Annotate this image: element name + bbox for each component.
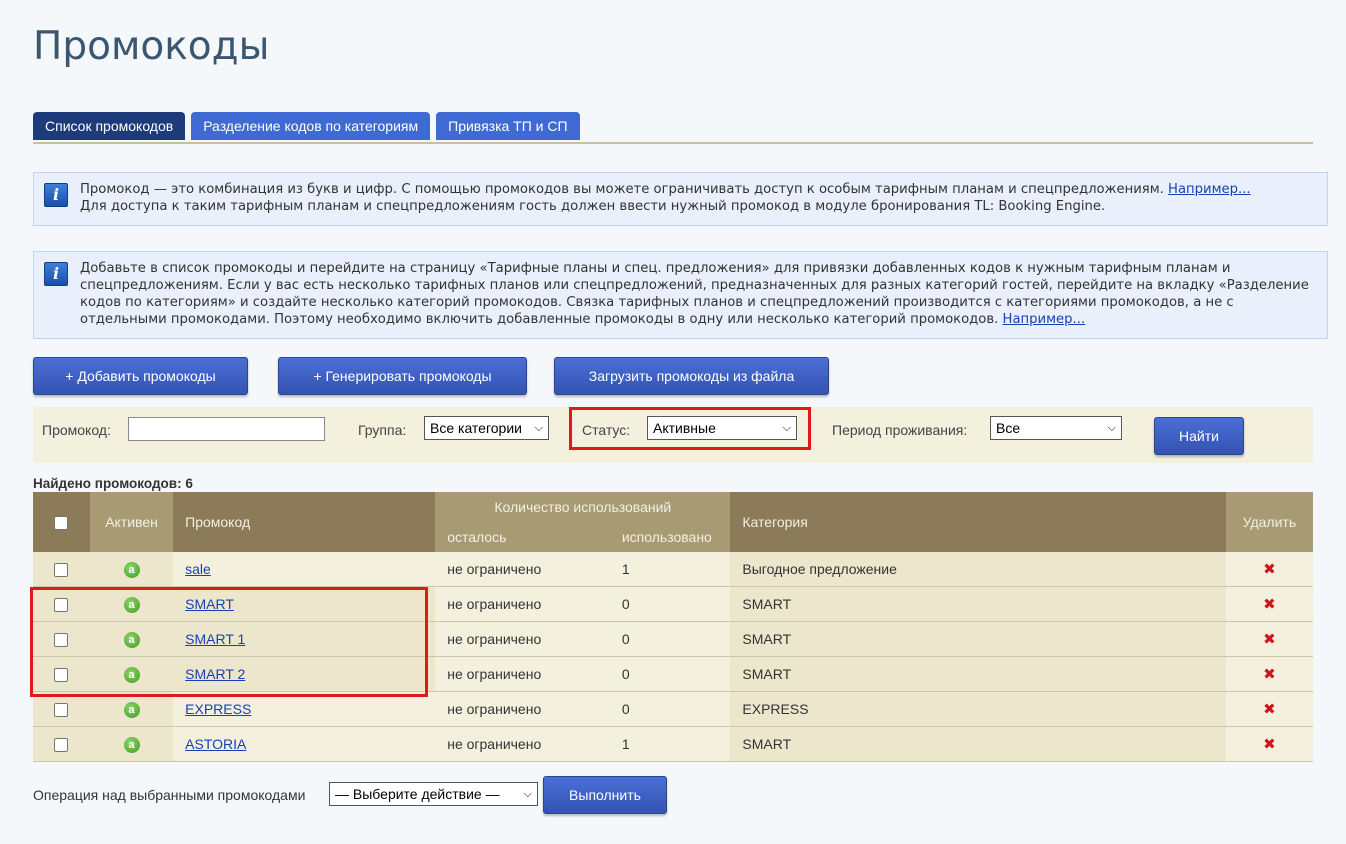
- active-header: Активен: [89, 492, 174, 552]
- promocode-header: Промокод: [173, 492, 436, 552]
- row-checkbox[interactable]: [54, 563, 69, 578]
- active-status-icon: a: [123, 562, 140, 578]
- remaining-cell: не ограничено: [435, 726, 610, 762]
- tab-code-categories[interactable]: Разделение кодов по категориям: [191, 112, 431, 140]
- row-checkbox[interactable]: [54, 598, 69, 613]
- promocode-link[interactable]: SMART 2: [185, 666, 245, 682]
- row-checkbox[interactable]: [54, 703, 69, 718]
- find-button[interactable]: Найти: [1154, 417, 1244, 455]
- info-box-promo-definition: i Промокод — это комбинация из букв и ци…: [33, 172, 1328, 226]
- info-text: Промокод — это комбинация из букв и цифр…: [80, 182, 1169, 197]
- found-count: Найдено промокодов: 6: [33, 476, 193, 491]
- chevron-down-icon: ⌵: [1107, 422, 1116, 434]
- table-row: a EXPRESS не ограничено 0 EXPRESS ✖: [33, 691, 1313, 727]
- active-status-icon: a: [123, 632, 140, 648]
- chevron-down-icon: ⌵: [782, 422, 791, 434]
- period-select[interactable]: Все ⌵: [990, 416, 1122, 440]
- row-checkbox[interactable]: [54, 633, 69, 648]
- delete-icon[interactable]: ✖: [1263, 631, 1276, 648]
- table-row: a sale не ограничено 1 Выгодное предложе…: [33, 552, 1313, 587]
- remaining-cell: не ограничено: [435, 656, 610, 692]
- used-cell: 0: [609, 691, 731, 727]
- delete-icon[interactable]: ✖: [1263, 561, 1276, 578]
- tab-rate-binding[interactable]: Привязка ТП и СП: [436, 112, 580, 140]
- add-promocodes-button[interactable]: + Добавить промокоды: [33, 357, 248, 395]
- chevron-down-icon: ⌵: [534, 422, 543, 434]
- bulk-action-label: Операция над выбранными промокодами: [33, 787, 306, 803]
- tabs-divider: [33, 142, 1313, 144]
- info-icon: i: [44, 183, 68, 207]
- row-checkbox[interactable]: [54, 738, 69, 753]
- category-header: Категория: [730, 492, 1226, 552]
- category-cell: Выгодное предложение: [730, 552, 1226, 587]
- delete-icon[interactable]: ✖: [1263, 701, 1276, 718]
- tab-promo-list[interactable]: Список промокодов: [33, 112, 186, 140]
- info-text: Добавьте в список промокоды и перейдите …: [80, 261, 1309, 327]
- category-cell: SMART: [730, 726, 1226, 762]
- info-box-categories: i Добавьте в список промокоды и перейдит…: [33, 251, 1328, 339]
- filter-bar: Промокод: Группа: Все категории ⌵ Статус…: [33, 407, 1313, 463]
- example-link[interactable]: Например...: [1003, 312, 1086, 327]
- example-link[interactable]: Например...: [1168, 182, 1251, 197]
- bulk-action-select[interactable]: — Выберите действие — ⌵: [329, 782, 538, 806]
- promocode-link[interactable]: sale: [185, 561, 211, 577]
- used-cell: 1: [609, 726, 731, 762]
- table-row: a SMART 2 не ограничено 0 SMART ✖: [33, 656, 1313, 692]
- select-all-checkbox[interactable]: [54, 516, 69, 531]
- category-cell: SMART: [730, 656, 1226, 692]
- generate-promocodes-button[interactable]: + Генерировать промокоды: [278, 357, 527, 395]
- row-checkbox[interactable]: [54, 668, 69, 683]
- category-cell: SMART: [730, 621, 1226, 657]
- period-select-value: Все: [996, 420, 1021, 436]
- active-status-icon: a: [123, 667, 140, 683]
- table-row: a SMART не ограничено 0 SMART ✖: [33, 586, 1313, 622]
- bulk-action-select-value: — Выберите действие —: [335, 786, 500, 802]
- remaining-cell: не ограничено: [435, 586, 610, 622]
- category-cell: SMART: [730, 586, 1226, 622]
- delete-icon[interactable]: ✖: [1263, 736, 1276, 753]
- promocode-link[interactable]: SMART: [185, 596, 234, 612]
- chevron-down-icon: ⌵: [523, 788, 532, 800]
- remaining-header: осталось: [435, 522, 610, 552]
- promo-filter-label: Промокод:: [42, 422, 111, 438]
- category-cell: EXPRESS: [730, 691, 1226, 727]
- used-cell: 0: [609, 621, 731, 657]
- promocode-link[interactable]: ASTORIA: [185, 736, 246, 752]
- period-filter-label: Период проживания:: [832, 422, 968, 438]
- promocode-link[interactable]: SMART 1: [185, 631, 245, 647]
- page-title: Промокоды: [33, 24, 270, 69]
- used-cell: 0: [609, 656, 731, 692]
- remaining-cell: не ограничено: [435, 552, 610, 587]
- info-text: Для доступа к таким тарифным планам и сп…: [80, 199, 1106, 214]
- active-status-icon: a: [123, 597, 140, 613]
- select-all-header: [33, 492, 90, 552]
- active-status-icon: a: [123, 702, 140, 718]
- execute-button[interactable]: Выполнить: [543, 776, 667, 814]
- remaining-cell: не ограничено: [435, 691, 610, 727]
- status-select[interactable]: Активные ⌵: [647, 416, 797, 440]
- delete-header: Удалить: [1225, 492, 1313, 552]
- used-cell: 1: [609, 552, 731, 587]
- used-header: использовано: [609, 522, 731, 552]
- remaining-cell: не ограничено: [435, 621, 610, 657]
- tab-bar: Список промокодов Разделение кодов по ка…: [33, 112, 580, 140]
- table-row: a ASTORIA не ограничено 1 SMART ✖: [33, 726, 1313, 762]
- active-status-icon: a: [123, 737, 140, 753]
- usage-header: Количество использований: [435, 492, 731, 522]
- promo-search-input[interactable]: [128, 417, 325, 441]
- upload-promocodes-button[interactable]: Загрузить промокоды из файла: [554, 357, 829, 395]
- table-row: a SMART 1 не ограничено 0 SMART ✖: [33, 621, 1313, 657]
- group-select[interactable]: Все категории ⌵: [424, 416, 549, 440]
- group-select-value: Все категории: [430, 420, 522, 436]
- status-select-value: Активные: [653, 420, 716, 436]
- info-icon: i: [44, 262, 68, 286]
- delete-icon[interactable]: ✖: [1263, 596, 1276, 613]
- promocodes-table: Активен Промокод Количество использовани…: [33, 492, 1313, 762]
- delete-icon[interactable]: ✖: [1263, 666, 1276, 683]
- group-filter-label: Группа:: [358, 422, 407, 438]
- status-filter-label: Статус:: [582, 422, 631, 438]
- promocode-link[interactable]: EXPRESS: [185, 701, 251, 717]
- used-cell: 0: [609, 586, 731, 622]
